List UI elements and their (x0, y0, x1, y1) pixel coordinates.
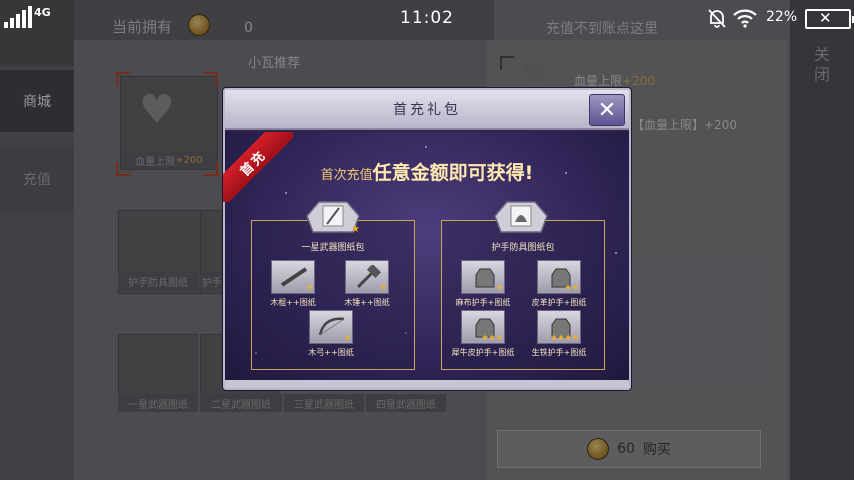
item-name: 皮革护手+图纸 (531, 298, 587, 307)
item-wood-stick-blueprint[interactable]: ★ (271, 260, 315, 294)
weapon-pack-name: 一星武器图纸包 (301, 243, 365, 253)
item-name: 犀牛皮护手+图纸 (451, 348, 515, 357)
modal-close-button[interactable]: ✕ (589, 94, 625, 126)
bell-muted-icon (708, 9, 726, 28)
network-type: 4G (34, 6, 51, 19)
item-leather-gauntlet-blueprint[interactable]: ★ ★ (537, 260, 581, 294)
item-name: 麻布护手+图纸 (455, 298, 511, 307)
gauntlet-blueprint-pack-icon (494, 201, 548, 233)
close-icon: ✕ (597, 97, 617, 123)
modal-header: 首充礼包 (225, 90, 629, 130)
gauntlet-pack-name: 护手防具图纸包 (491, 243, 555, 253)
promo-headline: 首次充值任意金额即可获得! (320, 162, 534, 184)
item-rhino-gauntlet-blueprint[interactable]: ★ ★ ★ (461, 310, 505, 344)
item-name: 木锤++图纸 (344, 298, 390, 307)
clock: 11:02 (400, 8, 454, 28)
signal-icon (4, 6, 32, 28)
item-name: 木弓++图纸 (308, 348, 354, 357)
first-recharge-modal: 首充礼包 ✕ 首充 首次充值任意金额即可获得! ★ 一星武器图纸包 ★ 木棍++… (223, 88, 631, 390)
modal-footer-bar (225, 380, 629, 388)
item-wood-hammer-blueprint[interactable]: ★ (345, 260, 389, 294)
modal-title: 首充礼包 (393, 102, 461, 118)
item-name: 生铁护手+图纸 (531, 348, 587, 357)
item-linen-gauntlet-blueprint[interactable]: ★ (461, 260, 505, 294)
item-wood-bow-blueprint[interactable]: ★ (309, 310, 353, 344)
wifi-icon (733, 9, 757, 28)
weapon-blueprint-pack-icon: ★ (306, 201, 360, 235)
item-name: 木棍++图纸 (270, 298, 316, 307)
svg-text:★: ★ (351, 224, 360, 235)
status-bar: 4G 11:02 22% ✕ (0, 0, 854, 34)
battery-percent: 22% (766, 9, 798, 25)
item-iron-gauntlet-blueprint[interactable]: ★ ★ ★ ★ (537, 310, 581, 344)
battery-icon: ✕ (805, 9, 854, 29)
